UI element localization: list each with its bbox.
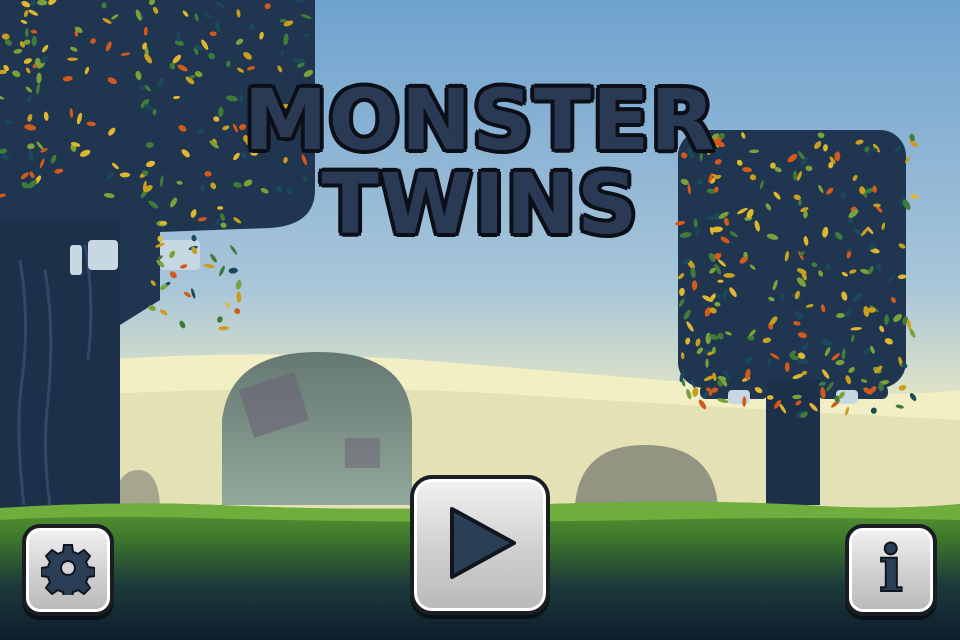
leaf <box>705 358 709 368</box>
leaf <box>723 272 735 278</box>
info-icon: i <box>878 532 904 607</box>
game-title-line1: MONSTER <box>242 71 717 170</box>
play-icon <box>438 501 522 589</box>
big-rock <box>222 352 412 505</box>
info-button[interactable]: i <box>845 524 937 616</box>
settings-button[interactable] <box>22 524 114 616</box>
leaf <box>784 362 790 373</box>
rock-block-2 <box>345 438 380 468</box>
game-title-line2: TWINS <box>320 155 639 254</box>
leaf <box>67 57 78 61</box>
gear-icon <box>40 541 96 600</box>
play-button[interactable] <box>410 475 550 615</box>
leaf <box>766 395 774 400</box>
